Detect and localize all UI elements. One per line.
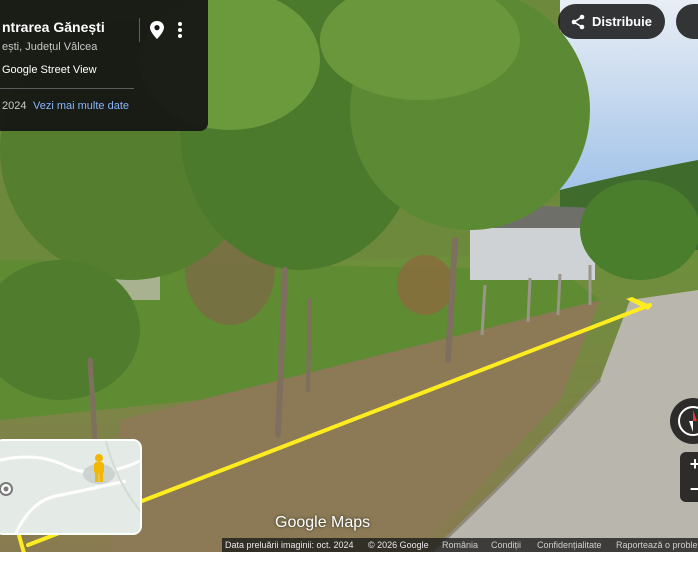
share-button[interactable]: Distribuie bbox=[558, 4, 665, 39]
copyright: © 2026 Google bbox=[368, 540, 429, 550]
privacy-link[interactable]: Confidențialitate bbox=[537, 540, 602, 550]
imagery-year: 2024 bbox=[2, 100, 27, 112]
location-info-card: ntrarea Gănești ești, Județul Vâlcea Goo… bbox=[0, 0, 208, 131]
compass-button[interactable] bbox=[670, 398, 698, 444]
share-icon bbox=[571, 14, 585, 30]
imagery-source: Google Street View bbox=[2, 64, 97, 76]
report-problem-link[interactable]: Raportează o proble bbox=[616, 540, 698, 550]
place-title: ntrarea Gănești bbox=[2, 19, 105, 35]
minimap[interactable] bbox=[0, 439, 142, 535]
image-capture-date: Data preluării imaginii: oct. 2024 bbox=[225, 540, 354, 550]
map-pin-button[interactable] bbox=[146, 18, 168, 42]
more-dates-link[interactable]: Vezi mai multe date bbox=[33, 100, 129, 112]
pegman-icon bbox=[94, 454, 104, 482]
location-marker-icon bbox=[0, 482, 13, 496]
shed-wall bbox=[470, 225, 595, 280]
divider bbox=[0, 88, 134, 89]
terms-link[interactable]: Condiții bbox=[491, 540, 521, 550]
country-link[interactable]: România bbox=[442, 540, 478, 550]
share-label: Distribuie bbox=[592, 14, 652, 29]
bottom-strip bbox=[0, 552, 698, 563]
zoom-out-button[interactable]: − bbox=[680, 477, 698, 502]
compass-icon bbox=[678, 406, 698, 436]
zoom-in-button[interactable]: + bbox=[680, 452, 698, 477]
google-maps-logo: Google Maps bbox=[275, 514, 371, 531]
zoom-controls: + − bbox=[680, 452, 698, 502]
minimap-canvas bbox=[0, 441, 140, 533]
more-options-button[interactable] bbox=[172, 18, 188, 42]
haystack-right bbox=[397, 255, 453, 315]
map-pin-icon bbox=[150, 21, 164, 39]
footer-bar: Data preluării imaginii: oct. 2024 © 202… bbox=[222, 538, 698, 552]
divider bbox=[139, 18, 140, 42]
place-subtitle: ești, Județul Vâlcea bbox=[2, 41, 98, 53]
more-vertical-icon bbox=[178, 22, 182, 38]
